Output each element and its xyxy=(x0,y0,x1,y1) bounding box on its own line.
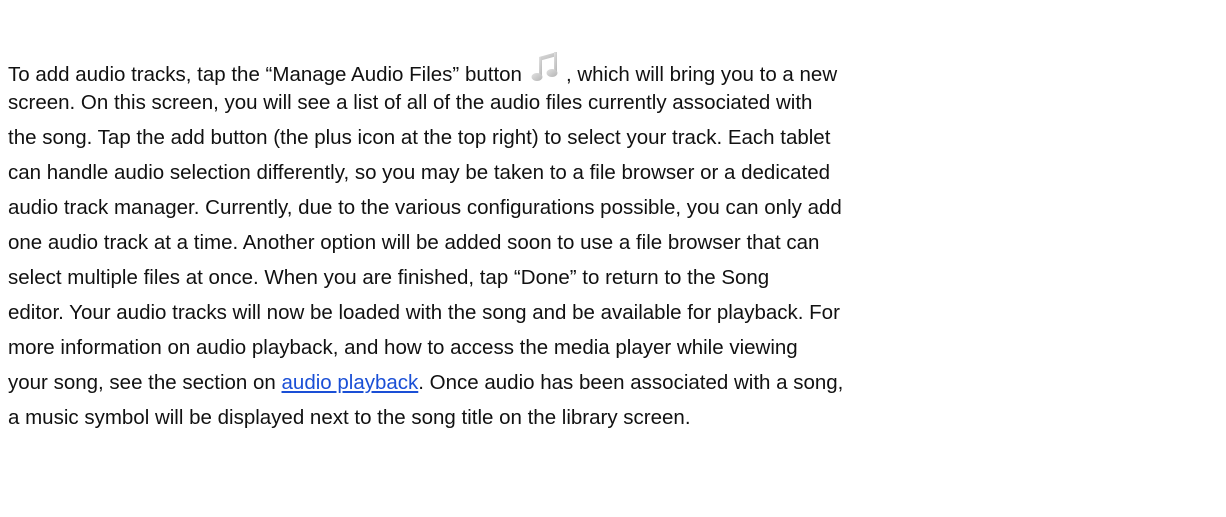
paragraph-line-4: can handle audio selection differently, … xyxy=(8,161,831,184)
line-10-text-start: your song, see the section on xyxy=(8,371,282,394)
paragraph-line-2: screen. On this screen, you will see a l… xyxy=(8,91,813,114)
paragraph-line-10: your song, see the section on audio play… xyxy=(8,365,1220,400)
line-1-text-start: To add audio tracks, tap the “Manage Aud… xyxy=(8,63,522,86)
paragraph-line-9: more information on audio playback, and … xyxy=(8,336,798,359)
paragraph-line-5: audio track manager. Currently, due to t… xyxy=(8,196,842,219)
paragraph-line-3: the song. Tap the add button (the plus i… xyxy=(8,126,831,149)
paragraph-line-1: To add audio tracks, tap the “Manage Aud… xyxy=(8,50,1220,86)
audio-playback-link[interactable]: audio playback xyxy=(282,371,419,394)
line-1-text-end: , which will bring you to a new xyxy=(565,63,838,86)
line-10-text-end: . Once audio has been associated with a … xyxy=(418,371,844,394)
paragraph-line-8: editor. Your audio tracks will now be lo… xyxy=(8,301,840,324)
paragraph-line-7: select multiple files at once. When you … xyxy=(8,266,770,289)
instruction-paragraph: To add audio tracks, tap the “Manage Aud… xyxy=(8,50,1220,435)
paragraph-line-11: a music symbol will be displayed next to… xyxy=(8,406,691,429)
music-note-icon xyxy=(530,50,560,84)
paragraph-line-6: one audio track at a time. Another optio… xyxy=(8,231,820,254)
